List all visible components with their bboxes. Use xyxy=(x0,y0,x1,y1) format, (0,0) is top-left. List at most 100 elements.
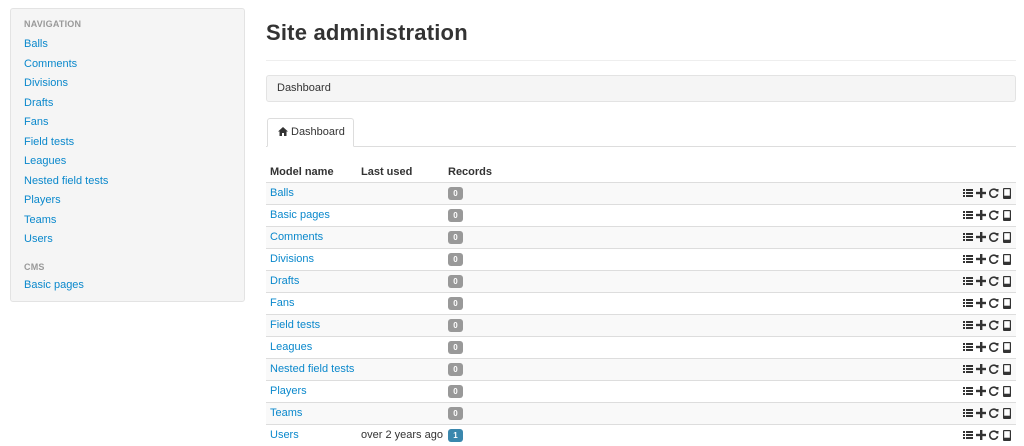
plus-icon[interactable] xyxy=(976,430,986,441)
book-icon[interactable] xyxy=(1002,254,1012,265)
row-actions xyxy=(963,298,1012,310)
plus-icon[interactable] xyxy=(976,276,986,287)
list-icon[interactable] xyxy=(963,430,973,441)
model-name-link[interactable]: Balls xyxy=(270,187,294,199)
tab-label: Dashboard xyxy=(291,126,345,138)
records-badge: 0 xyxy=(448,407,463,420)
sidebar-item-users[interactable]: Users xyxy=(24,233,53,246)
export-icon[interactable] xyxy=(989,342,999,353)
sidebar-item-fans[interactable]: Fans xyxy=(24,116,48,129)
book-icon[interactable] xyxy=(1002,408,1012,419)
book-icon[interactable] xyxy=(1002,232,1012,243)
records-badge: 1 xyxy=(448,429,463,442)
export-icon[interactable] xyxy=(989,276,999,287)
book-icon[interactable] xyxy=(1002,430,1012,441)
book-icon[interactable] xyxy=(1002,342,1012,353)
row-actions xyxy=(963,276,1012,288)
export-icon[interactable] xyxy=(989,232,999,243)
table-row: Leagues 0 xyxy=(266,336,1016,358)
export-icon[interactable] xyxy=(989,210,999,221)
table-row: Balls 0 xyxy=(266,182,1016,204)
list-icon[interactable] xyxy=(963,188,973,199)
model-name-link[interactable]: Drafts xyxy=(270,275,299,287)
sidebar-item-players[interactable]: Players xyxy=(24,194,61,207)
tabs-divider xyxy=(266,146,1016,147)
plus-icon[interactable] xyxy=(976,232,986,243)
export-icon[interactable] xyxy=(989,430,999,441)
table-row: Nested field tests 0 xyxy=(266,358,1016,380)
book-icon[interactable] xyxy=(1002,210,1012,221)
book-icon[interactable] xyxy=(1002,364,1012,375)
model-name-link[interactable]: Field tests xyxy=(270,319,320,331)
model-name-link[interactable]: Players xyxy=(270,385,307,397)
sidebar-item-nested-field-tests[interactable]: Nested field tests xyxy=(24,175,108,188)
export-icon[interactable] xyxy=(989,254,999,265)
book-icon[interactable] xyxy=(1002,298,1012,309)
sidebar-item-basic-pages[interactable]: Basic pages xyxy=(24,279,84,292)
model-name-link[interactable]: Leagues xyxy=(270,341,312,353)
list-icon[interactable] xyxy=(963,408,973,419)
records-badge: 0 xyxy=(448,363,463,376)
model-name-link[interactable]: Fans xyxy=(270,297,294,309)
sidebar-item-divisions[interactable]: Divisions xyxy=(24,77,68,90)
row-actions xyxy=(963,188,1012,200)
records-badge: 0 xyxy=(448,209,463,222)
plus-icon[interactable] xyxy=(976,364,986,375)
table-row: Basic pages 0 xyxy=(266,204,1016,226)
model-name-link[interactable]: Divisions xyxy=(270,253,314,265)
row-actions xyxy=(963,210,1012,222)
column-header-model: Model name xyxy=(270,166,334,178)
list-icon[interactable] xyxy=(963,364,973,375)
export-icon[interactable] xyxy=(989,298,999,309)
list-icon[interactable] xyxy=(963,210,973,221)
table-row: Teams 0 xyxy=(266,402,1016,424)
export-icon[interactable] xyxy=(989,364,999,375)
list-icon[interactable] xyxy=(963,320,973,331)
table-row: Comments 0 xyxy=(266,226,1016,248)
list-icon[interactable] xyxy=(963,276,973,287)
book-icon[interactable] xyxy=(1002,276,1012,287)
model-name-link[interactable]: Teams xyxy=(270,407,302,419)
sidebar-item-balls[interactable]: Balls xyxy=(24,38,48,51)
table-row: Field tests 0 xyxy=(266,314,1016,336)
plus-icon[interactable] xyxy=(976,408,986,419)
model-name-link[interactable]: Comments xyxy=(270,231,323,243)
sidebar-item-leagues[interactable]: Leagues xyxy=(24,155,66,168)
plus-icon[interactable] xyxy=(976,342,986,353)
list-icon[interactable] xyxy=(963,298,973,309)
sidebar-item-teams[interactable]: Teams xyxy=(24,214,56,227)
table-row: Users over 2 years ago 1 xyxy=(266,424,1016,446)
sidebar-item-field-tests[interactable]: Field tests xyxy=(24,136,74,149)
list-icon[interactable] xyxy=(963,254,973,265)
export-icon[interactable] xyxy=(989,320,999,331)
breadcrumb: Dashboard xyxy=(266,75,1016,102)
model-name-link[interactable]: Basic pages xyxy=(270,209,330,221)
column-header-records: Records xyxy=(448,166,493,178)
home-icon xyxy=(278,120,288,136)
model-name-link[interactable]: Users xyxy=(270,429,299,441)
list-icon[interactable] xyxy=(963,386,973,397)
plus-icon[interactable] xyxy=(976,188,986,199)
title-divider xyxy=(266,60,1016,61)
plus-icon[interactable] xyxy=(976,386,986,397)
plus-icon[interactable] xyxy=(976,298,986,309)
list-icon[interactable] xyxy=(963,232,973,243)
sidebar-item-drafts[interactable]: Drafts xyxy=(24,97,53,110)
book-icon[interactable] xyxy=(1002,320,1012,331)
breadcrumb-item-dashboard: Dashboard xyxy=(277,82,331,94)
row-actions xyxy=(963,386,1012,398)
book-icon[interactable] xyxy=(1002,386,1012,397)
list-icon[interactable] xyxy=(963,342,973,353)
export-icon[interactable] xyxy=(989,408,999,419)
row-actions xyxy=(963,430,1012,442)
row-actions xyxy=(963,232,1012,244)
book-icon[interactable] xyxy=(1002,188,1012,199)
export-icon[interactable] xyxy=(989,188,999,199)
tab-dashboard[interactable]: Dashboard xyxy=(267,118,354,147)
model-name-link[interactable]: Nested field tests xyxy=(270,363,354,375)
plus-icon[interactable] xyxy=(976,254,986,265)
export-icon[interactable] xyxy=(989,386,999,397)
sidebar-item-comments[interactable]: Comments xyxy=(24,58,77,71)
plus-icon[interactable] xyxy=(976,320,986,331)
plus-icon[interactable] xyxy=(976,210,986,221)
